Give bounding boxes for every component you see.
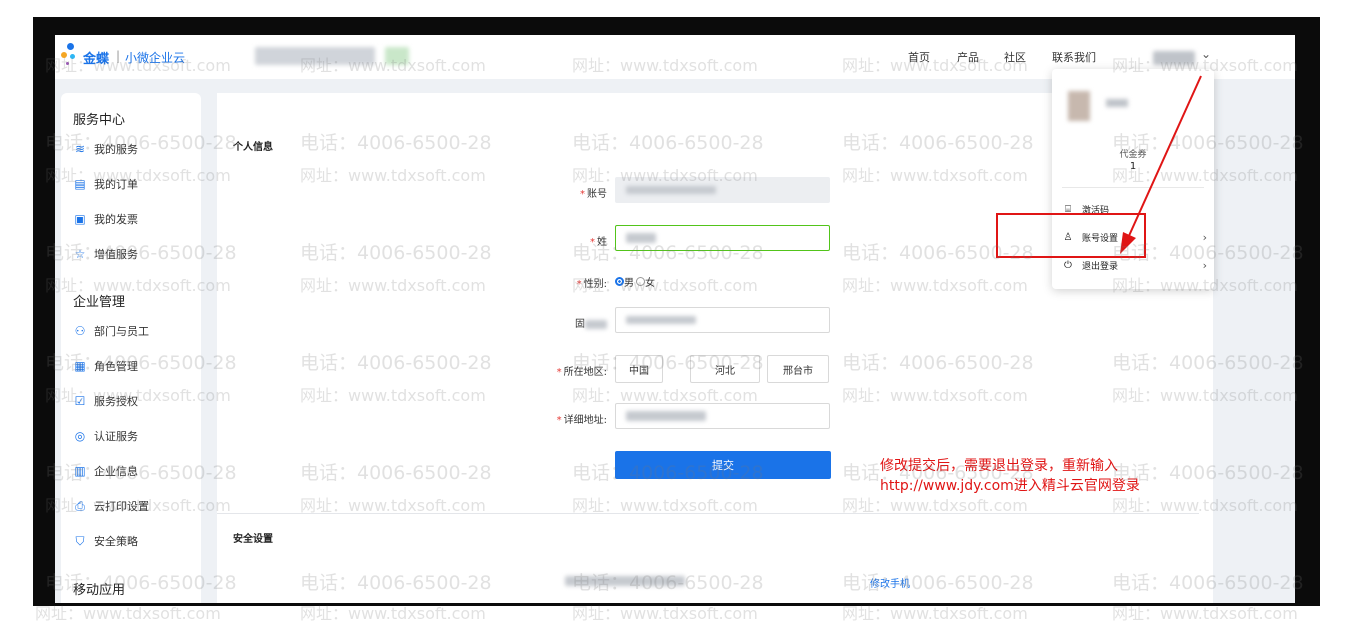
annotation-line-2: http://www.jdy.com进入精斗云官网登录 [880,478,1140,494]
blurred-tenant-tag [385,47,409,65]
region-country-select[interactable]: 中国 [615,355,663,383]
sidebar-item-security-policy[interactable]: ⛉ 安全策略 [73,531,138,551]
section-divider [217,513,1199,514]
menu-item-logout[interactable]: ⏻ 退出登录 › [1062,255,1207,275]
layers-icon: ≋ [74,142,86,156]
menu-item-label: 退出登录 [1082,261,1119,272]
sidebar-item-label: 服务授权 [94,395,138,408]
phone-field[interactable] [615,307,830,333]
chevron-right-icon: › [1202,258,1207,272]
address-field[interactable] [615,403,830,429]
sidebar-item-value-added[interactable]: ☆ 增值服务 [73,244,138,264]
sidebar-item-label: 角色管理 [94,360,138,373]
sidebar-item-label: 我的订单 [94,178,138,191]
nav-community[interactable]: 社区 [1004,49,1026,65]
invoice-icon: ▣ [74,212,86,226]
sidebar-heading-service-center: 服务中心 [73,113,126,128]
brand-name[interactable]: 金蝶 [83,48,109,67]
voucher-count[interactable]: 1 [1052,161,1214,172]
sidebar-item-label: 我的发票 [94,213,138,226]
name-label: * 姓 [590,237,607,248]
order-icon: ▤ [74,177,86,191]
phone-label: 固 [537,315,607,330]
name-field[interactable] [615,225,830,251]
target-icon: ◎ [74,429,86,443]
sidebar-item-label: 认证服务 [94,430,138,443]
region-city-select[interactable]: 邢台市 [767,355,829,383]
nav-products[interactable]: 产品 [957,49,979,65]
sidebar-heading-enterprise: 企业管理 [73,295,126,310]
power-icon: ⏻ [1064,259,1072,271]
kingdee-logo-icon [61,43,79,69]
nav-contact[interactable]: 联系我们 [1052,49,1096,65]
region-label: * 所在地区: [556,367,607,378]
section-title-security: 安全设置 [233,534,273,545]
building-icon: ▥ [74,464,86,478]
shield-icon: ⛉ [75,534,85,548]
account-field [615,177,830,203]
gender-female-radio[interactable] [636,277,645,286]
address-label: * 详细地址: [556,415,607,426]
sidebar-item-label: 云打印设置 [94,500,149,513]
star-icon: ☆ [74,247,86,261]
sidebar-item-label: 增值服务 [94,248,138,261]
voucher-label: 代金券 [1119,150,1147,160]
printer-icon: ⎙ [75,499,85,513]
check-square-icon: ☑ [74,394,86,408]
sidebar-item-label: 部门与员工 [94,325,149,338]
sidebar-item-roles[interactable]: ▦ 角色管理 [73,356,138,376]
chevron-right-icon: › [1202,230,1207,244]
sidebar-heading-mobile-apps: 移动应用 [73,583,126,598]
sidebar-item-my-invoices[interactable]: ▣ 我的发票 [73,209,138,229]
account-label: * 账号 [580,189,607,200]
sidebar-item-company-info[interactable]: ▥ 企业信息 [73,461,138,481]
dropdown-divider [1062,187,1204,188]
submit-button[interactable]: 提交 [615,451,831,479]
people-icon: ⚇ [74,324,86,338]
sidebar-item-departments[interactable]: ⚇ 部门与员工 [73,321,149,341]
role-icon: ▦ [74,359,86,373]
brand-separator: | [116,49,121,63]
blurred-username [1106,99,1128,107]
sidebar-item-label: 企业信息 [94,465,138,478]
sidebar-item-label: 我的服务 [94,143,138,156]
blurred-phone-number [565,576,685,586]
sidebar-item-label: 安全策略 [94,535,138,548]
annotation-text: 修改提交后，需要退出登录，重新输入 http://www.jdy.com进入精斗… [880,456,1140,496]
sidebar-item-cloud-print[interactable]: ⎙ 云打印设置 [73,496,149,516]
sidebar-item-my-services[interactable]: ≋ 我的服务 [73,139,138,159]
sidebar-item-authorization[interactable]: ☑ 服务授权 [73,391,138,411]
gender-male-label[interactable]: 男 [624,274,634,289]
avatar [1068,91,1090,121]
sidebar-item-certification[interactable]: ◎ 认证服务 [73,426,138,446]
app-window: 金蝶 | 小微企业云 首页 产品 社区 联系我们 ⌄ 服务中心 ≋ 我的服务 ▤ 我… [55,35,1295,603]
section-title-personal-info: 个人信息 [233,142,273,153]
user-menu-trigger[interactable] [1153,51,1195,65]
gender-female-label[interactable]: 女 [645,274,655,289]
brand-subtitle[interactable]: 小微企业云 [125,49,185,66]
gender-label: * 性别: [576,279,607,290]
annotation-line-1: 修改提交后，需要退出登录，重新输入 [880,458,1118,474]
sidebar: 服务中心 ≋ 我的服务 ▤ 我的订单 ▣ 我的发票 ☆ 增值服务 企业管理 ⚇ 部门与员工… [61,93,201,603]
blurred-tenant-name [255,47,375,65]
change-phone-link[interactable]: 修改手机 [870,575,910,590]
sidebar-item-my-orders[interactable]: ▤ 我的订单 [73,174,138,194]
annotation-highlight-box [996,213,1146,258]
gender-male-radio[interactable] [615,277,624,286]
nav-home[interactable]: 首页 [908,49,930,65]
region-province-select[interactable]: 河北 [690,355,760,383]
chevron-down-icon[interactable]: ⌄ [1201,47,1211,61]
gender-radio-group: 男 女 [615,274,655,289]
